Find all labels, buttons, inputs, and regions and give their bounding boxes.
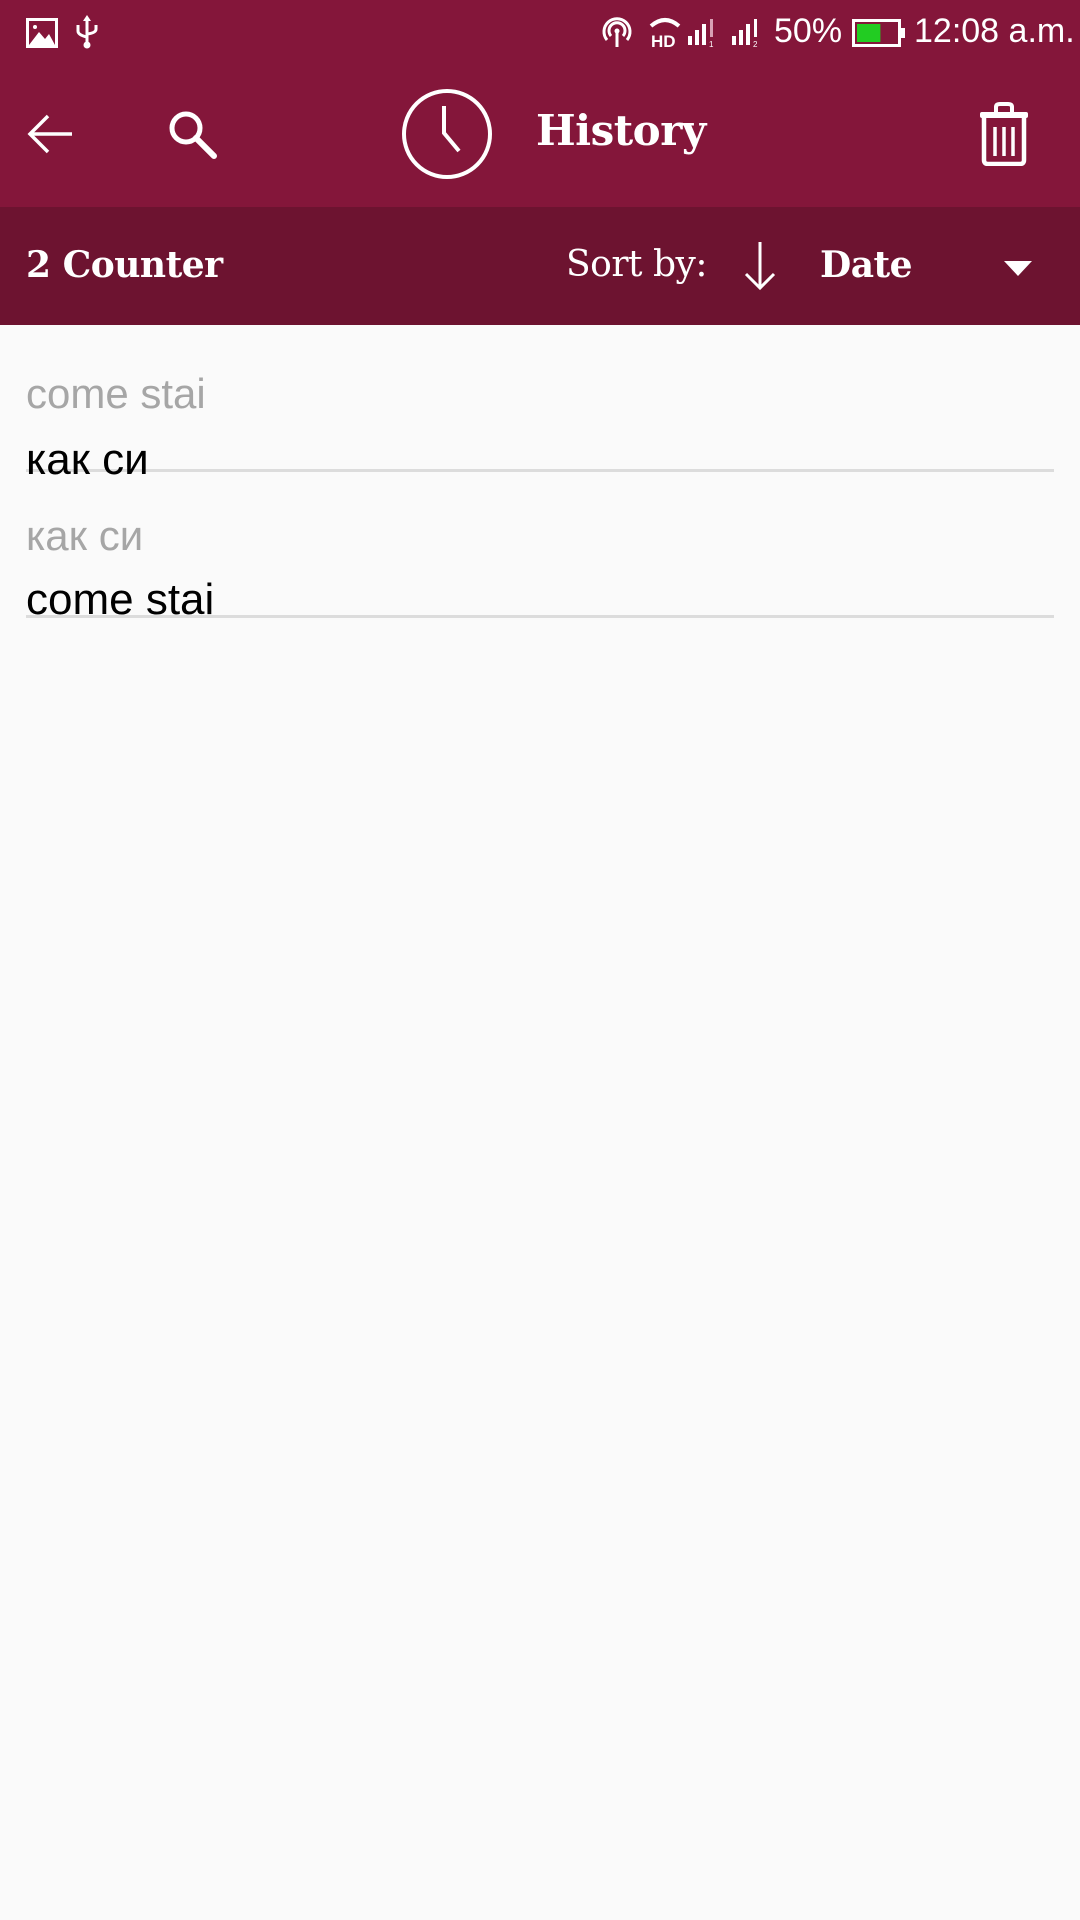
svg-text:2: 2 bbox=[753, 40, 758, 48]
back-button[interactable] bbox=[26, 112, 76, 156]
sort-label: Sort by: bbox=[566, 244, 707, 285]
history-subheader: 2 Counter Sort by: Date bbox=[0, 207, 1080, 325]
history-item[interactable]: как си come stai bbox=[26, 472, 1054, 624]
trash-icon bbox=[980, 102, 1028, 166]
app-toolbar: History bbox=[0, 66, 1080, 207]
history-item-translation: come stai bbox=[26, 575, 215, 624]
delete-history-button[interactable] bbox=[976, 102, 1032, 166]
history-item-source: come stai bbox=[26, 370, 206, 417]
clock-time: 12:08 a.m. bbox=[914, 12, 1075, 50]
svg-text:1: 1 bbox=[709, 40, 714, 48]
arrow-down-icon bbox=[744, 242, 776, 291]
triangle-down-icon bbox=[1004, 261, 1032, 276]
signal-sim1-icon: 1 bbox=[688, 19, 714, 48]
arrow-left-icon bbox=[27, 114, 72, 154]
search-icon bbox=[169, 111, 217, 159]
page-title: History bbox=[536, 106, 706, 155]
status-bar: HD 1 2 50% 12:08 a.m. bbox=[0, 0, 1080, 66]
search-button[interactable] bbox=[166, 108, 220, 162]
battery-icon bbox=[852, 19, 905, 47]
image-icon bbox=[26, 18, 58, 48]
hotspot-icon bbox=[602, 17, 632, 47]
history-counter: 2 Counter bbox=[26, 244, 223, 286]
battery-percent: 50% bbox=[774, 12, 843, 50]
usb-icon bbox=[76, 15, 98, 49]
hd-voice-icon: HD bbox=[649, 18, 681, 48]
sort-dropdown[interactable]: Date bbox=[810, 227, 1060, 307]
sort-value: Date bbox=[820, 244, 913, 286]
clock-icon bbox=[402, 89, 492, 179]
history-item[interactable]: come stai как си bbox=[26, 325, 1054, 484]
history-item-source: как си bbox=[26, 512, 144, 559]
sort-direction-button[interactable] bbox=[742, 240, 778, 292]
history-list: come stai как си как си come stai bbox=[26, 325, 1054, 624]
signal-sim2-icon: 2 bbox=[732, 19, 758, 48]
svg-text:HD: HD bbox=[651, 32, 676, 48]
